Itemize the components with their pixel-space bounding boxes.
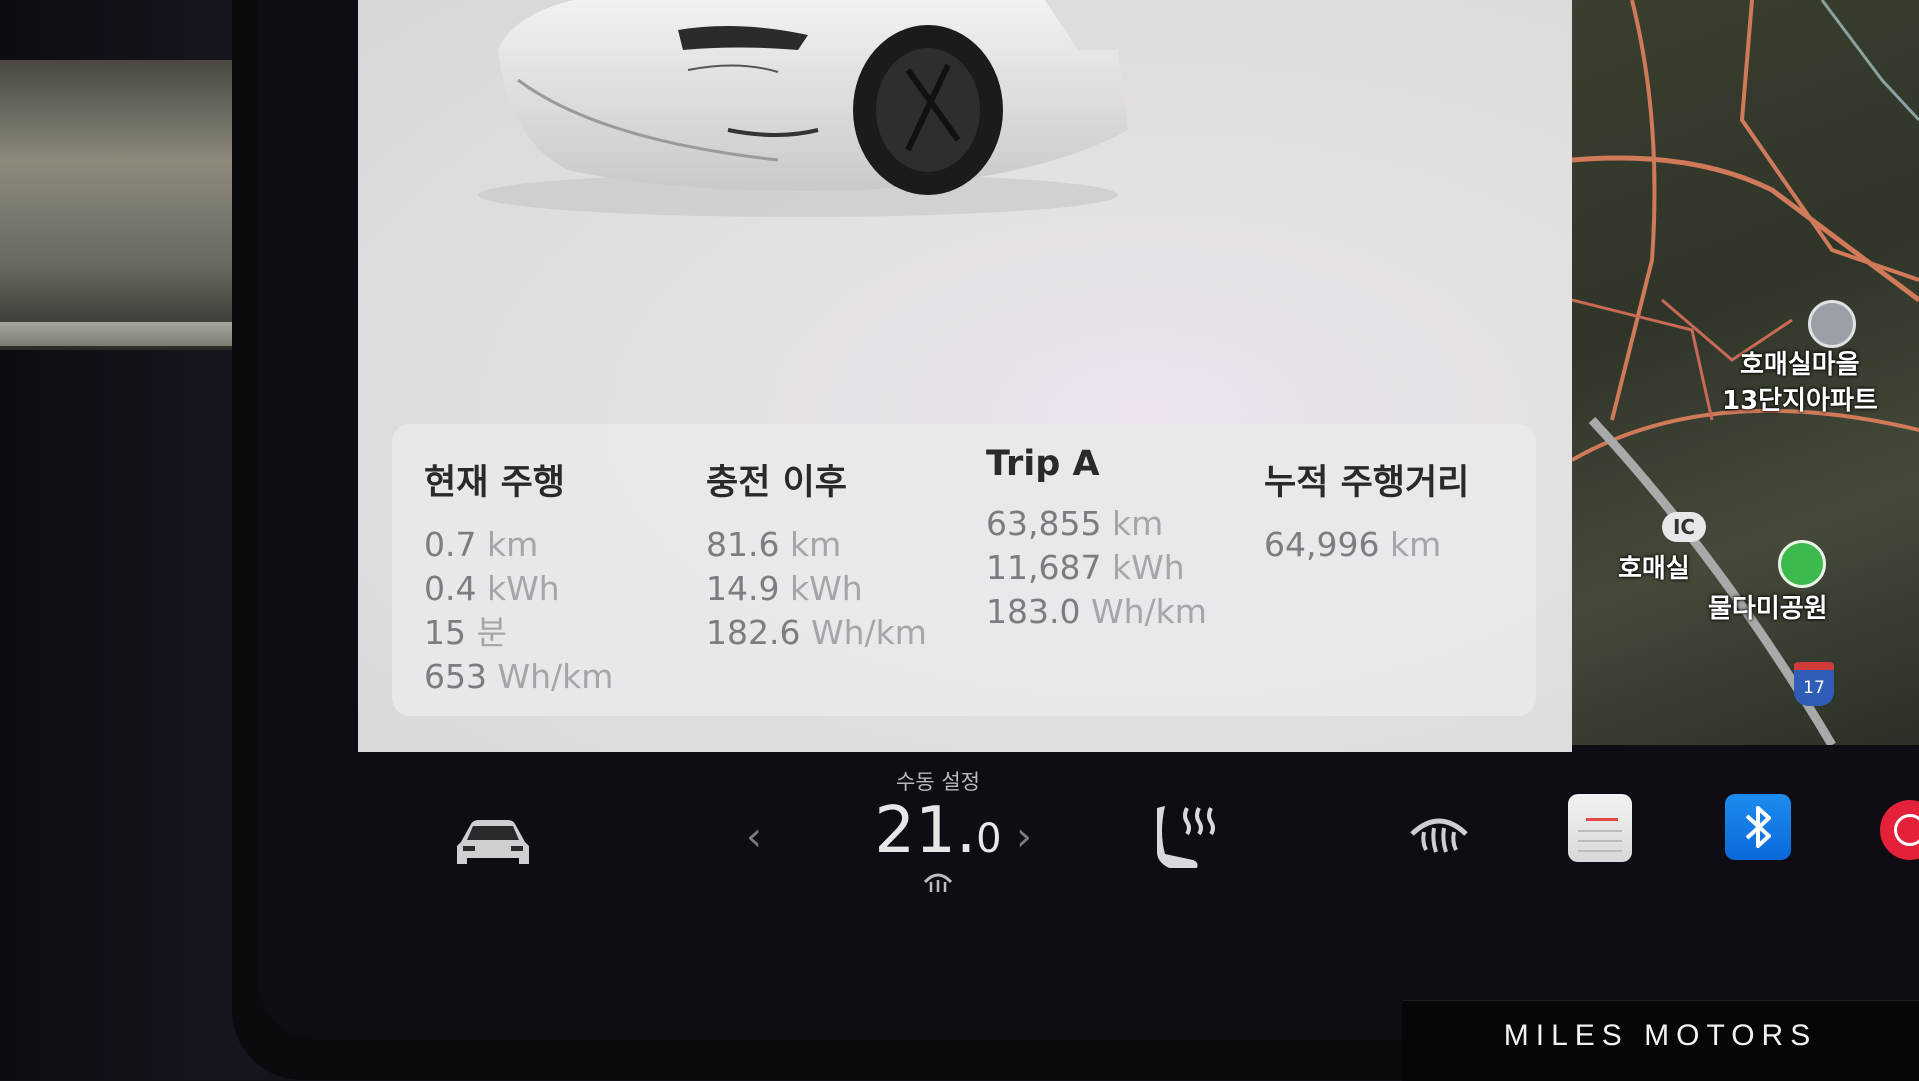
trip-column-odometer[interactable]: 누적 주행거리 64,996 km [1264,454,1469,567]
trip-stat: 653 Wh/km [424,657,614,696]
notes-icon-line [1578,840,1622,842]
trip-stat: 182.6 Wh/km [706,613,927,652]
trip-column-current[interactable]: 현재 주행 0.7 km 0.4 kWh 15 분 653 Wh/km [424,454,613,699]
media-player-icon[interactable] [1880,800,1919,860]
bluetooth-icon[interactable] [1725,794,1791,860]
map-label-apartment-complex: 13단지아파트 [1722,386,1878,416]
climate-mode-label: 수동 설정 [896,770,980,794]
rear-defrost-icon[interactable] [1408,812,1470,864]
apartment-poi-icon[interactable] [1808,300,1856,348]
highway-route-badge: 17 [1794,662,1834,706]
trip-column-title: 현재 주행 [424,463,565,503]
trip-stat: 63,855 km [986,504,1164,543]
map-label-park: 물다미공원 [1708,594,1828,624]
notes-icon-line [1578,830,1622,832]
front-defrost-icon[interactable] [922,870,954,900]
interchange-badge: IC [1662,512,1706,542]
notes-app-icon[interactable] [1568,794,1632,862]
trip-stat: 81.6 km [706,525,842,564]
trip-column-trip-a[interactable]: Trip A 63,855 km 11,687 kWh 183.0 Wh/km [986,444,1207,634]
cabin-trim-reflection [0,60,232,350]
trip-stat: 11,687 kWh [986,548,1185,587]
trip-stat: 64,996 km [1264,525,1442,564]
notes-icon-line [1578,850,1622,852]
bottom-control-bar: ‹ 수동 설정 21.0 › [258,752,1919,1040]
car-panel: 현재 주행 0.7 km 0.4 kWh 15 분 653 Wh/km 충전 이… [358,0,1572,752]
temp-decimal: 0 [976,816,1002,862]
media-play-ring [1894,814,1919,846]
map-label-interchange: 호매실 [1618,554,1690,584]
trip-stat: 14.9 kWh [706,569,863,608]
seat-heater-icon[interactable] [1153,802,1219,876]
temp-integer: 21. [874,794,977,868]
trip-column-title: 충전 이후 [706,463,847,503]
trip-stat: 183.0 Wh/km [986,592,1207,631]
watermark-text: MILES MOTORS [1503,1019,1818,1052]
car-render[interactable] [478,0,1178,220]
temp-increase-arrow[interactable]: › [1016,814,1032,860]
car-icon[interactable] [453,812,533,876]
trip-column-title: 누적 주행거리 [1264,463,1470,503]
trip-info-card: 현재 주행 0.7 km 0.4 kWh 15 분 653 Wh/km 충전 이… [392,424,1536,716]
notes-icon-accent [1586,818,1618,821]
trip-stat: 15 분 [424,613,507,652]
touchscreen: 현재 주행 0.7 km 0.4 kWh 15 분 653 Wh/km 충전 이… [258,0,1919,1040]
cabin-trim-stripe [0,322,232,346]
park-poi-icon[interactable] [1778,540,1826,588]
trip-stat: 0.4 kWh [424,569,560,608]
trip-stat: 0.7 km [424,525,539,564]
temp-decrease-arrow[interactable]: ‹ [746,814,762,860]
watermark: MILES MOTORS [1402,1000,1919,1081]
trip-column-title: Trip A [986,444,1100,484]
map-label-apartment: 호매실마을 [1740,350,1860,380]
navigation-map[interactable]: 호매실마을 13단지아파트 IC 호매실 물다미공원 17 [1572,0,1919,745]
trip-column-since-charge[interactable]: 충전 이후 81.6 km 14.9 kWh 182.6 Wh/km [706,454,927,655]
